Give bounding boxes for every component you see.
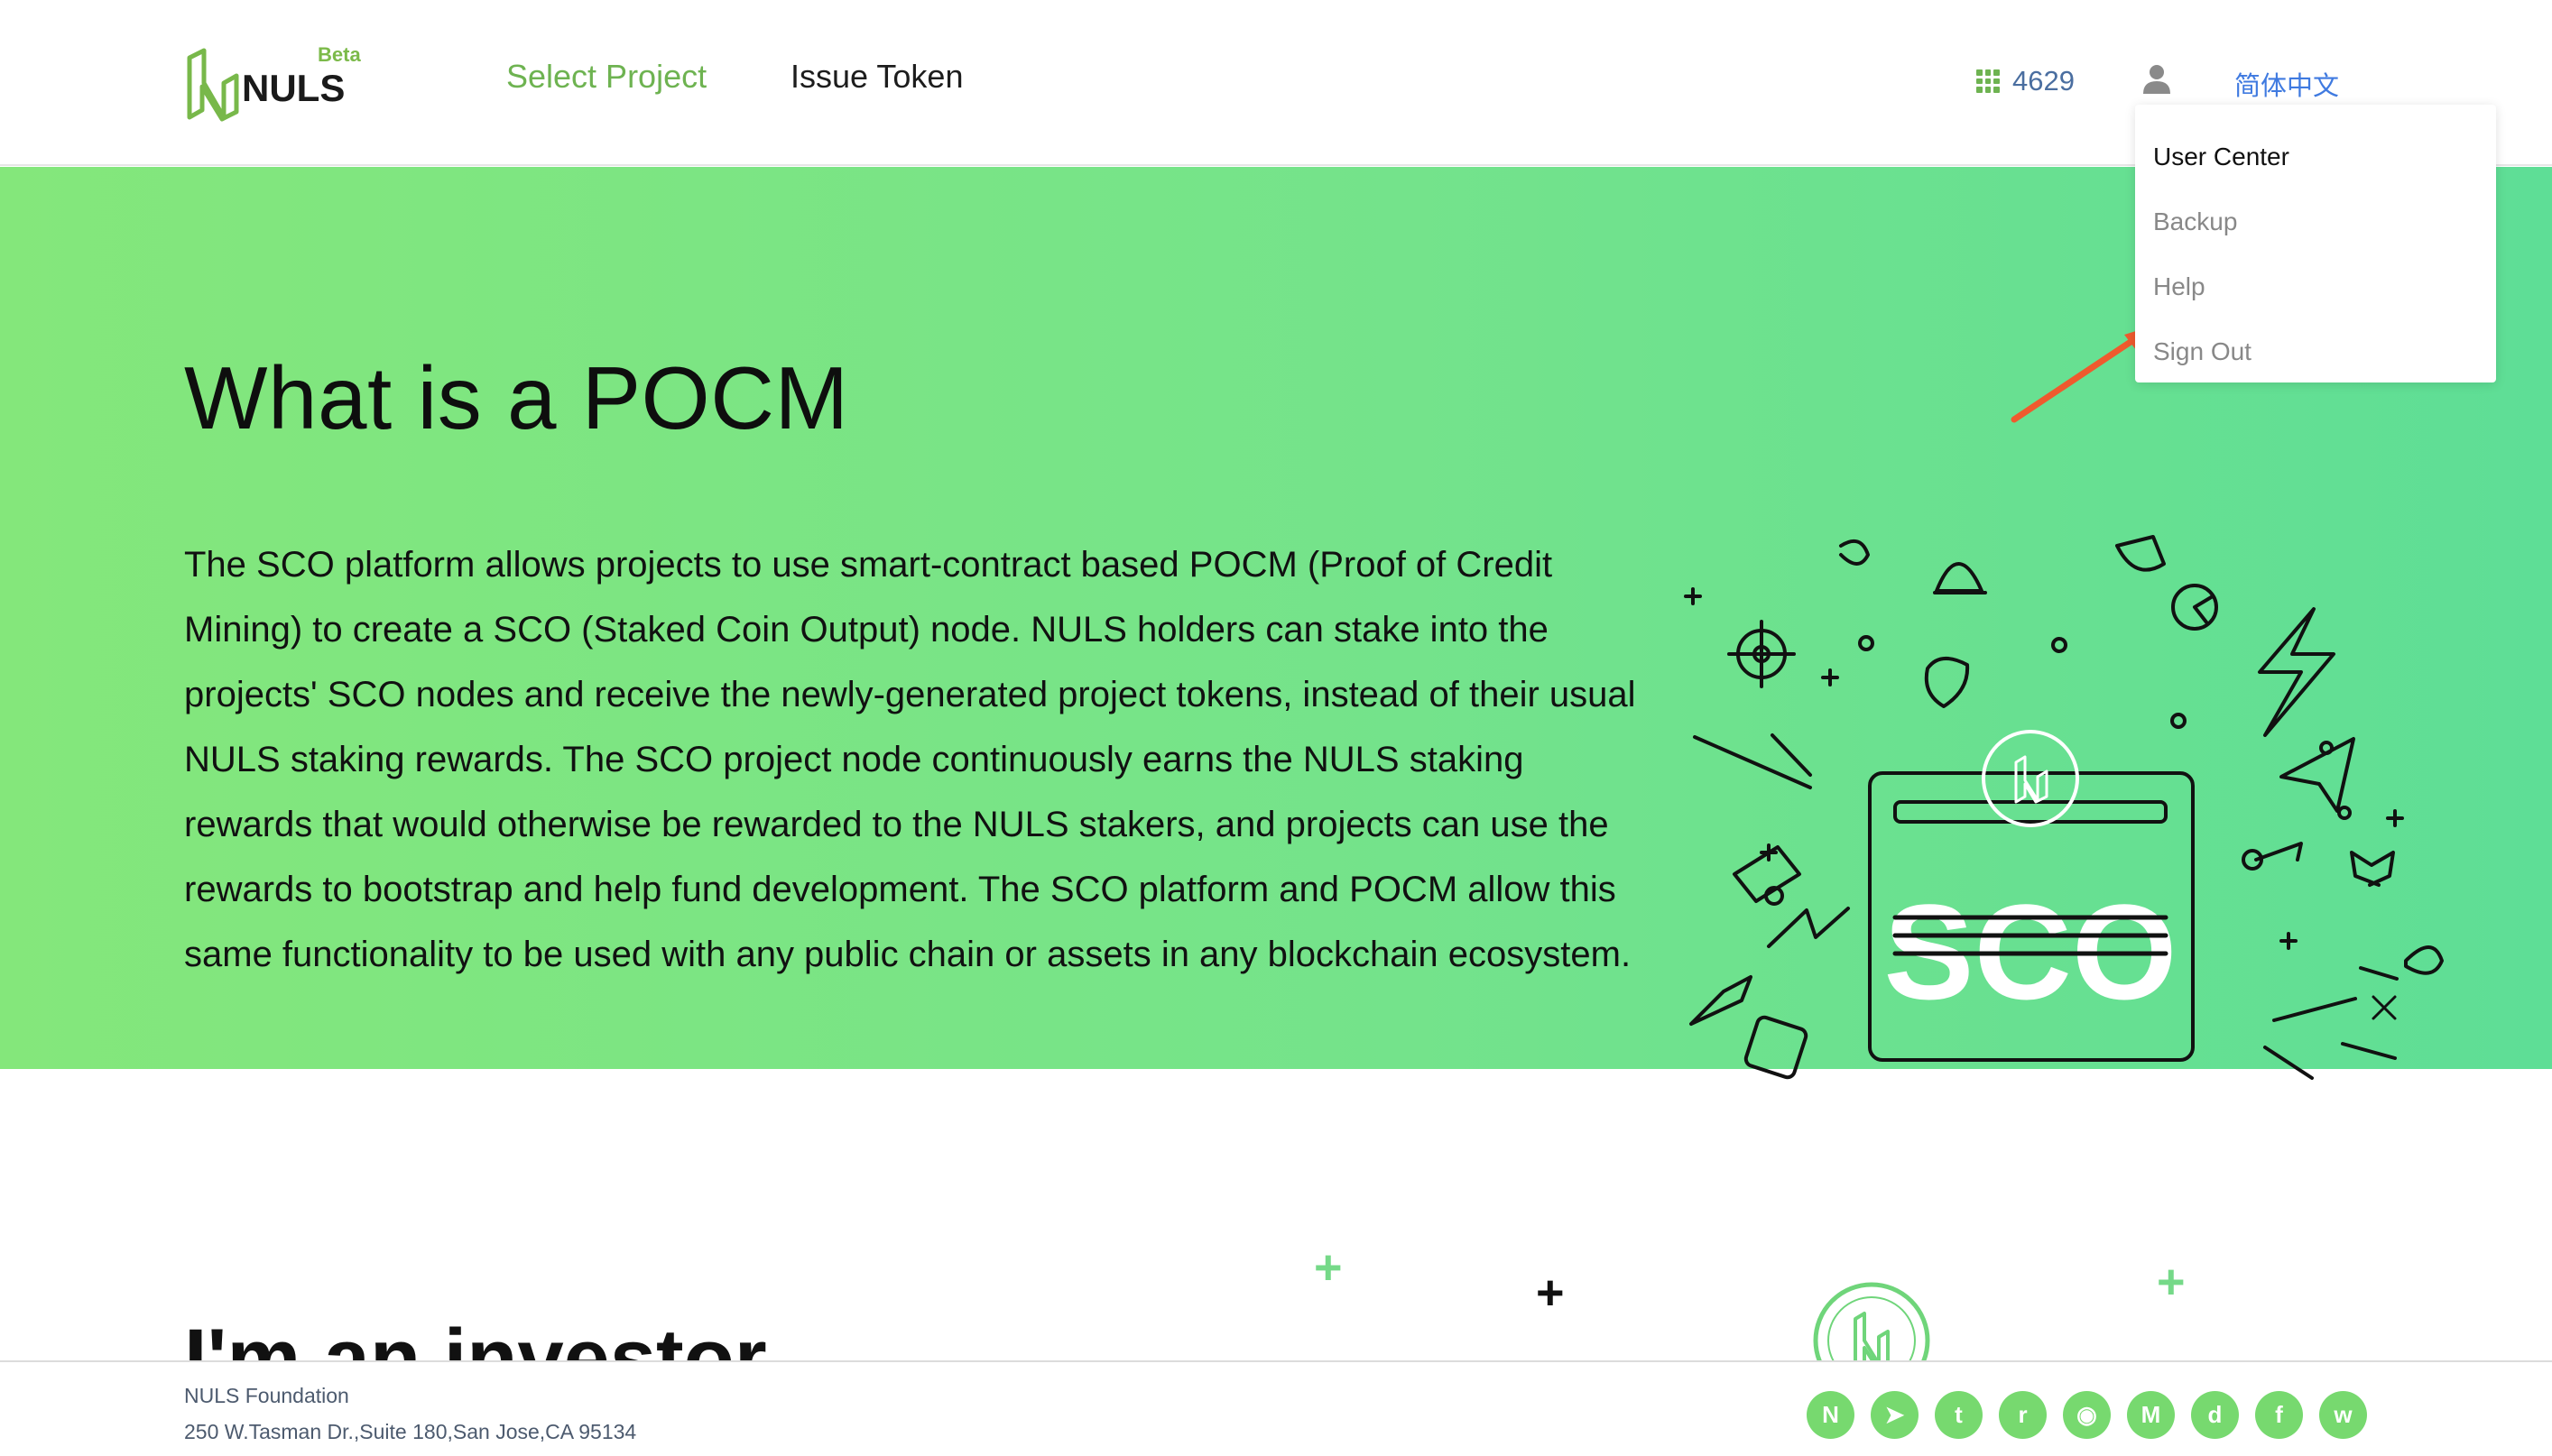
nuls-icon[interactable]: N xyxy=(1807,1391,1854,1439)
telegram-icon[interactable]: ➤ xyxy=(1871,1391,1919,1439)
menu-sign-out[interactable]: Sign Out xyxy=(2135,319,2496,384)
nav-select-project[interactable]: Select Project xyxy=(506,58,707,96)
medium-icon[interactable]: M xyxy=(2127,1391,2175,1439)
footer: NULS Foundation 250 W.Tasman Dr.,Suite 1… xyxy=(0,1360,2552,1456)
language-switch[interactable]: 简体中文 xyxy=(2234,65,2339,103)
hero-title: What is a POCM xyxy=(184,348,849,447)
menu-user-center[interactable]: User Center xyxy=(2135,124,2496,189)
footer-org-name: NULS Foundation xyxy=(184,1384,349,1407)
discord-icon[interactable]: d xyxy=(2191,1391,2239,1439)
menu-help[interactable]: Help xyxy=(2135,254,2496,319)
github-icon[interactable]: ◉ xyxy=(2063,1391,2111,1439)
beta-badge: Beta xyxy=(318,43,361,66)
footer-address: 250 W.Tasman Dr.,Suite 180,San Jose,CA 9… xyxy=(184,1420,637,1443)
block-height-value: 4629 xyxy=(2012,65,2075,97)
reddit-icon[interactable]: r xyxy=(1999,1391,2047,1439)
social-links: N ➤ t r ◉ M d f w xyxy=(1807,1391,2367,1439)
wechat-icon[interactable]: w xyxy=(2319,1391,2367,1439)
logo-text: NULS xyxy=(242,67,345,109)
plus-icon: + xyxy=(2157,1255,2186,1309)
menu-backup[interactable]: Backup xyxy=(2135,189,2496,254)
hero-description: The SCO platform allows projects to use … xyxy=(184,545,1636,974)
facebook-icon[interactable]: f xyxy=(2255,1391,2303,1439)
plus-icon: + xyxy=(1536,1266,1565,1320)
twitter-icon[interactable]: t xyxy=(1935,1391,1983,1439)
user-icon[interactable] xyxy=(2139,61,2175,97)
sco-illustration: SCO xyxy=(1684,535,2444,1080)
block-height: 4629 xyxy=(1976,65,2075,97)
plus-icon: + xyxy=(1314,1240,1343,1295)
user-dropdown-menu: User Center Backup Help Sign Out xyxy=(2135,105,2496,382)
nav-issue-token[interactable]: Issue Token xyxy=(791,58,963,96)
block-grid-icon xyxy=(1976,69,2000,93)
